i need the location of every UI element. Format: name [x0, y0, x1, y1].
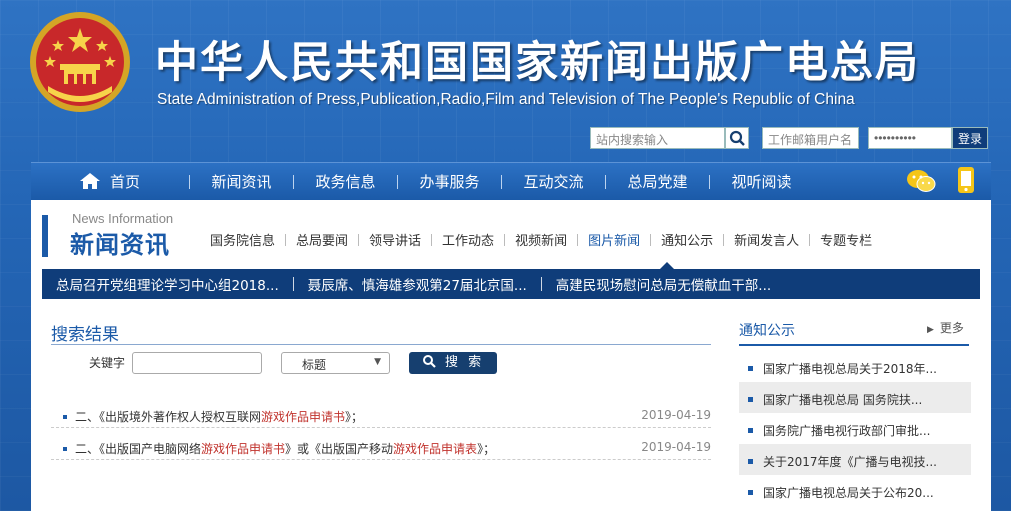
- notice-text: 国家广播电视总局关于2018年...: [763, 362, 937, 376]
- nav-item-news[interactable]: 新闻资讯: [190, 163, 293, 201]
- nav-item-services[interactable]: 办事服务: [398, 163, 501, 201]
- result-highlight: 游戏作品申请表: [393, 442, 478, 456]
- subnav-video-news[interactable]: 视频新闻: [505, 230, 577, 249]
- mobile-phone-icon[interactable]: [956, 166, 976, 194]
- ticker-divider: [292, 277, 294, 291]
- bullet: [748, 366, 753, 371]
- result-row[interactable]: 二、《出版境外著作权人授权互联网游戏作品申请书》； 2019-04-19: [51, 402, 711, 428]
- subnav-speeches[interactable]: 领导讲话: [359, 230, 431, 249]
- nav-item-home[interactable]: 首页: [31, 163, 189, 201]
- result-text: 》或《出版国产移动: [285, 442, 394, 456]
- search-icon: [729, 130, 745, 146]
- ticker-item[interactable]: 聂辰席、慎海雄参观第27届北京国...: [294, 274, 541, 294]
- subnav-photo-news[interactable]: 图片新闻: [578, 230, 650, 249]
- news-section-title: 新闻资讯: [70, 231, 170, 259]
- notice-text: 国家广播电视总局 国务院扶...: [763, 393, 923, 407]
- headline-ticker: 总局召开党组理论学习中心组2018... 聂辰席、慎海雄参观第27届北京国...…: [42, 269, 980, 299]
- bullet: [748, 397, 753, 402]
- result-highlight: 游戏作品申请书: [201, 442, 286, 456]
- nav-item-party-building[interactable]: 总局党建: [606, 163, 709, 201]
- subnav-headlines[interactable]: 总局要闻: [286, 230, 358, 249]
- notice-text: 国家广播电视总局关于公布20...: [763, 486, 934, 500]
- dropdown-arrow-icon: ▼: [374, 357, 381, 367]
- chevron-right-icon: ▶: [927, 325, 934, 335]
- site-search-button[interactable]: [725, 127, 749, 149]
- nav-item-audiovisual[interactable]: 视听阅读: [710, 163, 813, 201]
- search-field-select[interactable]: 标题 ▼: [281, 352, 390, 374]
- result-link[interactable]: 二、《出版境外著作权人授权互联网游戏作品申请书》；: [63, 408, 363, 425]
- more-label: 更多: [939, 321, 964, 335]
- search-button-label: 搜 索: [445, 355, 485, 370]
- subnav-special-topics[interactable]: 专题专栏: [810, 230, 882, 249]
- login-button[interactable]: 登录: [952, 127, 988, 149]
- mail-password-input[interactable]: ••••••••••: [868, 127, 952, 149]
- more-link[interactable]: ▶ 更多: [927, 319, 964, 336]
- result-text: 二、《出版国产电脑网络: [75, 442, 202, 456]
- ticker-divider: [540, 277, 542, 291]
- result-text: 二、《出版境外著作权人授权互联网: [75, 410, 262, 424]
- bullet: [63, 447, 67, 451]
- subnav-work-updates[interactable]: 工作动态: [432, 230, 504, 249]
- subnav-spokesperson[interactable]: 新闻发言人: [724, 230, 809, 249]
- keyword-label: 关键字: [89, 356, 126, 370]
- notices-title: 通知公示: [739, 323, 795, 339]
- select-value: 标题: [302, 358, 327, 372]
- bullet: [748, 459, 753, 464]
- notice-item[interactable]: 国家广播电视总局关于公布20...: [739, 475, 971, 506]
- bullet: [63, 415, 67, 419]
- national-emblem-logo: [30, 12, 130, 112]
- result-date: 2019-04-19: [641, 440, 711, 454]
- notice-item[interactable]: 国务院广播电视行政部门审批...: [739, 413, 971, 444]
- search-results-title: 搜索结果: [51, 325, 119, 345]
- section-marker: [42, 215, 48, 257]
- result-text: 》；: [477, 442, 496, 456]
- search-icon: [422, 355, 436, 368]
- ticker-item[interactable]: 总局召开党组理论学习中心组2018...: [42, 274, 293, 294]
- news-subnav: 国务院信息 总局要闻 领导讲话 工作动态 视频新闻 图片新闻 通知公示 新闻发言…: [200, 230, 882, 249]
- result-link[interactable]: 二、《出版国产电脑网络游戏作品申请书》或《出版国产移动游戏作品申请表》；: [63, 440, 495, 457]
- ticker-item[interactable]: 高建民现场慰问总局无偿献血干部...: [542, 274, 785, 294]
- notice-item[interactable]: 国家广播电视总局 国务院扶...: [739, 382, 971, 413]
- search-submit-button[interactable]: 搜 索: [409, 352, 497, 374]
- subnav-notices[interactable]: 通知公示: [651, 230, 723, 249]
- main-nav: 首页 新闻资讯 政务信息 办事服务 互动交流 总局党建 视听阅读: [31, 162, 991, 200]
- active-tab-indicator: [660, 262, 674, 269]
- result-highlight: 游戏作品申请书: [261, 410, 346, 424]
- result-row[interactable]: 二、《出版国产电脑网络游戏作品申请书》或《出版国产移动游戏作品申请表》； 201…: [51, 434, 711, 460]
- site-subtitle: State Administration of Press,Publicatio…: [157, 91, 855, 108]
- nav-item-label: 首页: [109, 172, 140, 191]
- keyword-input[interactable]: [132, 352, 262, 374]
- result-date: 2019-04-19: [641, 408, 711, 422]
- notice-item[interactable]: 国家广播电视总局关于2018年...: [739, 351, 971, 382]
- notice-item[interactable]: 关于2017年度《广播与电视技...: [739, 444, 971, 475]
- divider: [51, 344, 711, 345]
- bullet: [748, 490, 753, 495]
- nav-item-interaction[interactable]: 互动交流: [502, 163, 605, 201]
- result-text: 》；: [345, 410, 364, 424]
- mail-username-input[interactable]: 工作邮箱用户名: [762, 127, 859, 149]
- bullet: [748, 428, 753, 433]
- home-icon: [79, 172, 100, 189]
- notice-text: 关于2017年度《广播与电视技...: [763, 455, 937, 469]
- site-search-input[interactable]: 站内搜索输入: [590, 127, 725, 149]
- site-title: 中华人民共和国国家新闻出版广电总局: [155, 38, 920, 88]
- notice-text: 国务院广播电视行政部门审批...: [763, 424, 931, 438]
- nav-item-government-info[interactable]: 政务信息: [294, 163, 397, 201]
- subnav-state-council[interactable]: 国务院信息: [200, 230, 285, 249]
- news-section-english: News Information: [72, 211, 174, 226]
- wechat-icon[interactable]: [906, 168, 936, 194]
- divider: [739, 344, 969, 346]
